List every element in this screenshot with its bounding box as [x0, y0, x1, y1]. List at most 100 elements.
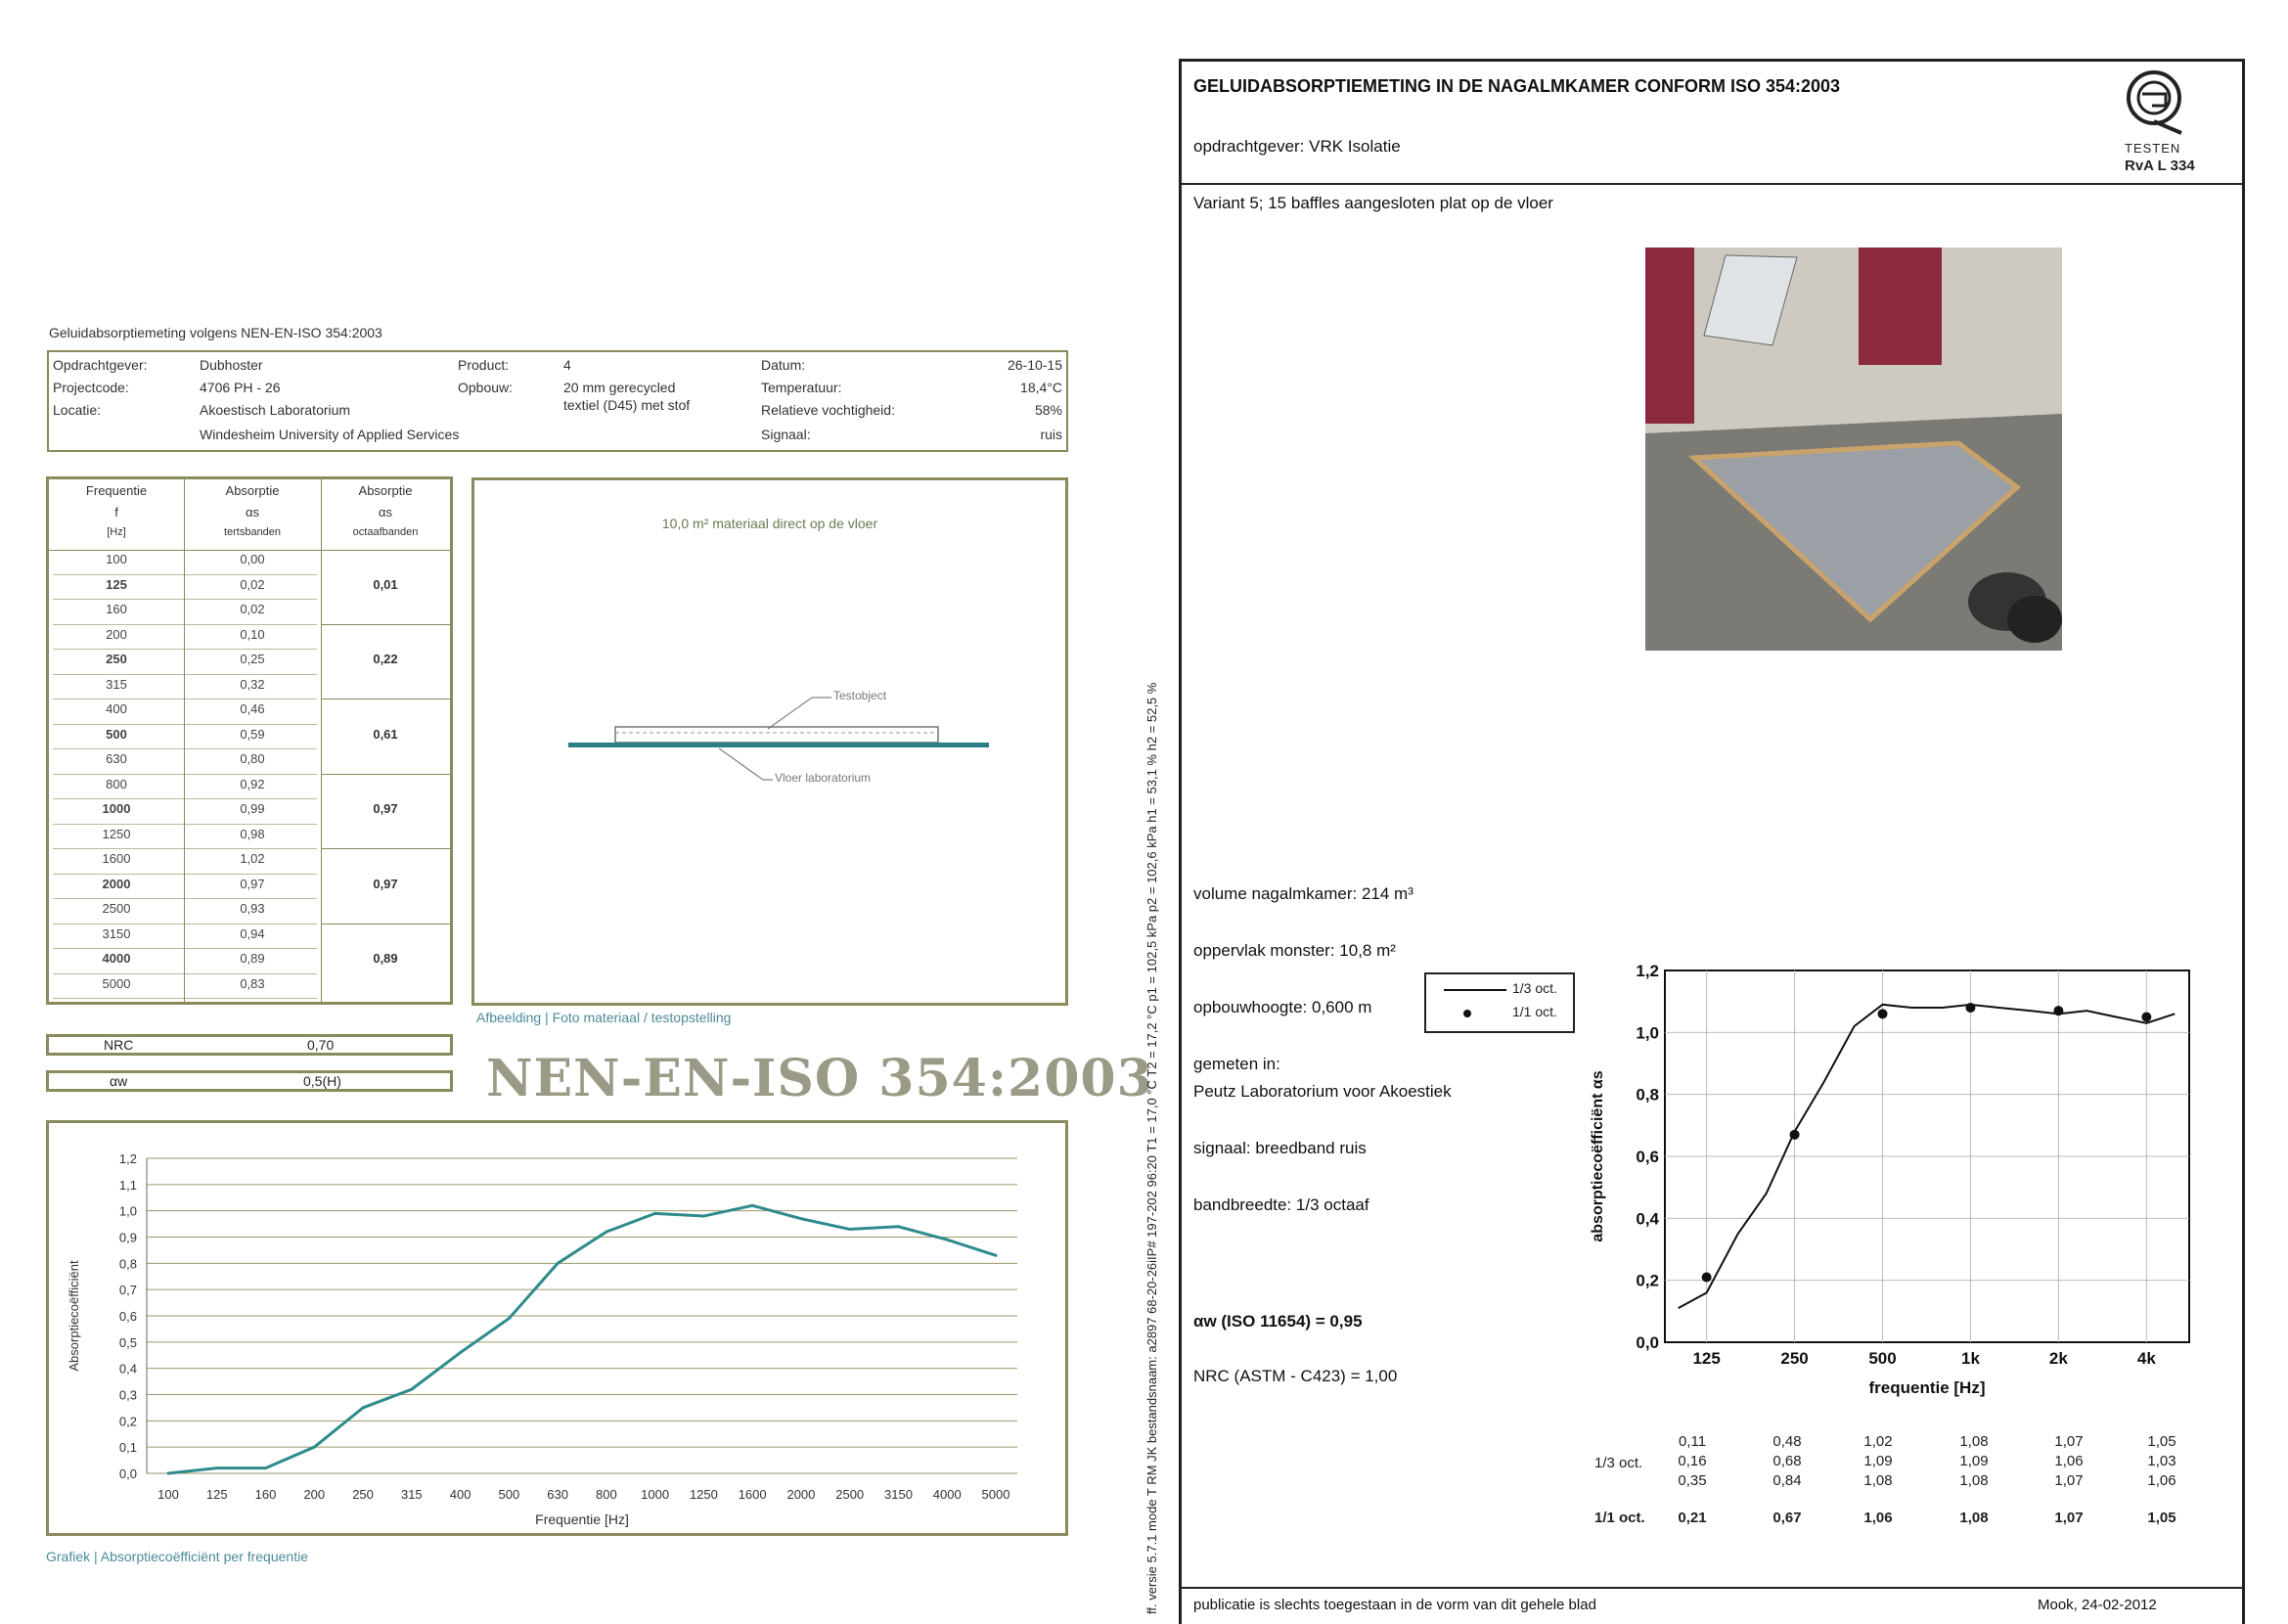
- third-octave-cell: 0,32: [240, 676, 265, 692]
- build-label: Opbouw:: [458, 380, 514, 395]
- freq-cell: 630: [106, 751, 127, 766]
- data-point: [410, 1387, 414, 1391]
- build-value-2: textiel (D45) met stof: [563, 397, 691, 413]
- octave-cell: 0,01: [373, 576, 398, 592]
- third-octave-cell: 0,89: [240, 951, 265, 966]
- data-point: [605, 1230, 608, 1234]
- third-octave-value: 0,68: [1772, 1453, 1802, 1469]
- signal-line: signaal: breedband ruis: [1193, 1139, 1367, 1157]
- footer-separator: [1179, 1587, 2245, 1589]
- right-report-title: GELUIDABSORPTIEMETING IN DE NAGALMKAMER …: [1193, 76, 1841, 96]
- freq-cell: 160: [106, 602, 127, 616]
- right-values-table: 0,11 0,48 1,02 1,08 1,07 1,05 0,16 0,68 1,09 1,09…: [1653, 1433, 2201, 1541]
- left-absorption-chart: 0,0 0,1 0,2 0,3 0,4 0,5 0,6 0,7 0,8 0,9 1,0 1,1 1,2 1…: [67, 1151, 1017, 1527]
- humidity-value: 58%: [1034, 402, 1062, 418]
- lab-logo: TESTEN RvA L 334: [2121, 63, 2244, 180]
- standard-title: NEN-EN-ISO 354:2003: [486, 1049, 1153, 1108]
- freq-cell: 2000: [102, 876, 131, 891]
- data-point: [653, 1211, 657, 1215]
- freq-cell: 250: [106, 652, 127, 666]
- y-tick-label: 0,7: [119, 1283, 137, 1297]
- side-meta-text: ff. versie 5.7.1 mode T RM JK bestandsna…: [1144, 682, 1159, 1614]
- octave-data-point: [2141, 1012, 2152, 1022]
- table-row-line: [53, 948, 317, 949]
- x-tick-label: 5000: [982, 1487, 1010, 1502]
- y-tick-label: 0,3: [119, 1388, 137, 1403]
- table-header-cell: [Hz]: [107, 526, 126, 538]
- y-tick-label: 0,0: [119, 1466, 137, 1481]
- third-octave-cell: 0,98: [240, 826, 265, 841]
- x-tick-label: 160: [255, 1487, 277, 1502]
- data-point: [556, 1261, 560, 1265]
- x-tick-label: 800: [596, 1487, 617, 1502]
- y-tick-label: 0,6: [1636, 1148, 1659, 1166]
- client-line: opdrachtgever: VRK Isolatie: [1193, 137, 1401, 156]
- third-octave-value: 0,11: [1678, 1433, 1707, 1450]
- table-header-cell: Absorptie: [358, 483, 413, 498]
- third-octave-value: 1,08: [1959, 1472, 1989, 1489]
- x-tick-label: 2k: [2049, 1349, 2068, 1368]
- y-tick-label: 0,2: [1636, 1272, 1659, 1290]
- x-tick-label: 2000: [786, 1487, 815, 1502]
- octave-group-line: [321, 623, 450, 625]
- table-row-line: [53, 898, 317, 899]
- x-tick-label: 500: [499, 1487, 520, 1502]
- data-point: [848, 1227, 852, 1231]
- table-header-cell: αs: [245, 505, 259, 519]
- table-row-line: [53, 573, 317, 575]
- temperature-label: Temperatuur:: [761, 380, 842, 395]
- table-header-cell: octaafbanden: [352, 526, 419, 538]
- third-octave-value: 1,05: [2147, 1433, 2176, 1450]
- x-axis-label: Frequentie [Hz]: [535, 1511, 629, 1527]
- setup-drawing-box: 10,0 m² materiaal direct op de vloer Tes…: [471, 477, 1068, 1006]
- y-tick-label: 1,2: [1636, 962, 1659, 980]
- table-row-line: [53, 649, 317, 650]
- data-point: [945, 1238, 949, 1241]
- octave-cell: 0,89: [373, 951, 398, 966]
- logo-line-2: RvA L 334: [2125, 158, 2195, 174]
- octave-group-line: [321, 923, 450, 925]
- freq-cell: 2500: [102, 901, 131, 916]
- aw-result: αw (ISO 11654) = 0,95: [1193, 1312, 1363, 1331]
- drawing-caption: Afbeelding | Foto materiaal / testopstel…: [476, 1010, 732, 1025]
- x-tick-label: 315: [401, 1487, 423, 1502]
- table-row-line: [53, 972, 317, 974]
- variant-line: Variant 5; 15 baffles aangesloten plat o…: [1193, 194, 1553, 212]
- seal-icon: [2127, 70, 2182, 135]
- octave-data-point: [1965, 1003, 1976, 1013]
- temperature-value: 18,4°C: [1020, 380, 1062, 395]
- lab-floor-label: Vloer laboratorium: [775, 771, 872, 785]
- third-octave-value: 1,02: [1863, 1433, 1893, 1450]
- height-line: opbouwhoogte: 0,600 m: [1193, 998, 1372, 1016]
- third-octave-value: 1,07: [2054, 1472, 2084, 1489]
- legend-third-label: 1/3 oct.: [1512, 980, 1557, 996]
- freq-cell: 800: [106, 776, 127, 791]
- table-header-cell: tertsbanden: [223, 526, 282, 538]
- octave-cell: 0,61: [373, 726, 398, 742]
- octave-cell: 0,97: [373, 801, 398, 816]
- data-point: [896, 1225, 900, 1229]
- humidity-label: Relatieve vochtigheid:: [761, 402, 895, 418]
- data-point: [459, 1351, 463, 1355]
- third-octave-cell: 0,02: [240, 576, 265, 592]
- third-octave-cell: 0,97: [240, 876, 265, 891]
- x-tick-label: 500: [1868, 1349, 1896, 1368]
- nrc-result: NRC (ASTM - C423) = 1,00: [1193, 1367, 1398, 1385]
- third-octave-cell: 0,93: [240, 901, 265, 916]
- right-absorption-chart: 0,0 0,2 0,4 0,6 0,8 1,0 1,2 125 250 500 1k 2k 4k freq…: [1590, 962, 2190, 1397]
- freq-cell: 1250: [102, 826, 131, 841]
- left-chart-box: 0,0 0,1 0,2 0,3 0,4 0,5 0,6 0,7 0,8 0,9 1,0 1,1 1,2 1…: [46, 1120, 1068, 1536]
- y-tick-label: 0,1: [119, 1440, 137, 1455]
- data-point: [264, 1466, 268, 1470]
- measured-in-label: gemeten in:: [1193, 1055, 1280, 1073]
- signal-value: ruis: [1040, 427, 1062, 442]
- octave-cell: 0,22: [373, 652, 398, 666]
- freq-cell: 4000: [102, 951, 131, 966]
- absorption-table: Frequentie f [Hz] Absorptie αs tertsbanden Abs…: [46, 476, 453, 1005]
- freq-cell: 315: [106, 676, 127, 692]
- third-octave-cell: 0,94: [240, 925, 265, 941]
- table-row-line: [53, 723, 317, 725]
- data-point: [507, 1317, 511, 1321]
- left-report-title: Geluidabsorptiemeting volgens NEN-EN-ISO…: [49, 325, 382, 340]
- third-octave-row-label: 1/3 oct.: [1594, 1455, 1643, 1471]
